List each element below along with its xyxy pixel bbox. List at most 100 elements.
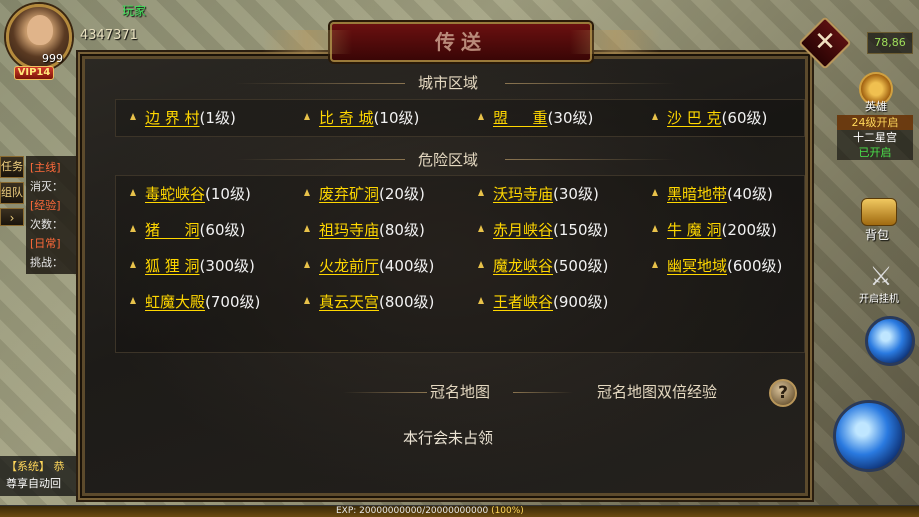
- player-hp: 4347371: [80, 28, 138, 43]
- triangle-bullet-icon: [652, 261, 658, 268]
- quest-tracker[interactable]: [主线] 消灭： [经验] 次数： [日常] 挑战：: [26, 156, 86, 274]
- map-link[interactable]: 猪 洞(60级): [130, 216, 300, 244]
- quest-tag: [主线]: [30, 161, 61, 174]
- map-link[interactable]: 边 界 村(1级): [130, 104, 300, 132]
- map-level: (700级): [205, 293, 261, 311]
- map-level: (200级): [721, 221, 777, 239]
- triangle-bullet-icon: [478, 297, 484, 304]
- map-link[interactable]: 火龙前厅(400级): [304, 252, 474, 280]
- map-level: (150级): [553, 221, 609, 239]
- map-level: (30级): [553, 185, 599, 203]
- unlock-notice[interactable]: 24级开启 十二星宫 已开启: [837, 115, 913, 160]
- map-link[interactable]: 狐 狸 洞(300级): [130, 252, 300, 280]
- side-tabs: 任务 组队 ›: [0, 156, 26, 230]
- map-link[interactable]: 虹魔大殿(700级): [130, 288, 300, 316]
- map-name[interactable]: 幽冥地域: [667, 257, 727, 275]
- triangle-bullet-icon: [652, 189, 658, 196]
- map-level: (20级): [379, 185, 425, 203]
- triangle-bullet-icon: [130, 225, 136, 232]
- exp-percent: (100%): [491, 506, 524, 516]
- map-link[interactable]: 王者峡谷(900级): [478, 288, 648, 316]
- quest-text: 挑战：: [30, 256, 63, 269]
- bag-icon[interactable]: [861, 198, 897, 226]
- triangle-bullet-icon: [130, 189, 136, 196]
- map-name[interactable]: 牛 魔 洞: [667, 221, 722, 239]
- map-link[interactable]: 盟 重(30级): [478, 104, 648, 132]
- map-link[interactable]: 祖玛寺庙(80级): [304, 216, 474, 244]
- triangle-bullet-icon: [130, 261, 136, 268]
- map-link[interactable]: 沙 巴 克(60级): [652, 104, 822, 132]
- map-name[interactable]: 火龙前厅: [319, 257, 379, 275]
- tab-team-label: 组队: [1, 186, 23, 199]
- map-name[interactable]: 虹魔大殿: [145, 293, 205, 311]
- help-icon[interactable]: ?: [769, 379, 797, 407]
- unlock-status: 已开启: [858, 146, 892, 159]
- danger-section-title: 危险区域: [417, 151, 478, 169]
- map-name[interactable]: 祖玛寺庙: [319, 221, 379, 239]
- map-name[interactable]: 狐 狸 洞: [145, 257, 200, 275]
- map-link[interactable]: 魔龙峡谷(500级): [478, 252, 648, 280]
- map-link[interactable]: 牛 魔 洞(200级): [652, 216, 822, 244]
- unlock-level: 24级开启: [837, 115, 913, 130]
- map-link[interactable]: 黑暗地带(40级): [652, 180, 822, 208]
- teleport-dialog: 城市区域 边 界 村(1级) 比 奇 城(10级) 盟 重(30级) 沙 巴 克(60…: [82, 56, 808, 496]
- map-link[interactable]: 废弃矿洞(20级): [304, 180, 474, 208]
- map-name[interactable]: 比 奇 城: [319, 109, 374, 127]
- player-level: 999: [42, 52, 63, 65]
- map-level: (40级): [727, 185, 773, 203]
- triangle-bullet-icon: [652, 225, 658, 232]
- crown-status: 本行会未占领: [402, 429, 493, 447]
- map-name[interactable]: 沙 巴 克: [667, 109, 722, 127]
- map-level: (900级): [553, 293, 609, 311]
- quest-item: [经验] 次数：: [30, 196, 82, 234]
- map-level: (600级): [727, 257, 783, 275]
- map-link[interactable]: 沃玛寺庙(30级): [478, 180, 648, 208]
- coordinates: 78,86: [867, 32, 913, 54]
- triangle-bullet-icon: [478, 189, 484, 196]
- map-level: (500级): [553, 257, 609, 275]
- quest-item: [日常] 挑战：: [30, 234, 82, 272]
- vip-badge[interactable]: VIP14: [14, 66, 54, 80]
- attack-button[interactable]: [833, 400, 905, 472]
- triangle-bullet-icon: [478, 113, 484, 120]
- quest-text: 次数：: [30, 218, 63, 231]
- collapse-arrow-icon[interactable]: ›: [0, 208, 24, 226]
- map-name[interactable]: 魔龙峡谷: [493, 257, 553, 275]
- tab-quest[interactable]: 任务: [0, 156, 24, 178]
- triangle-bullet-icon: [652, 113, 658, 120]
- tab-team[interactable]: 组队: [0, 182, 24, 204]
- quest-tag: [日常]: [30, 237, 61, 250]
- map-level: (400级): [379, 257, 435, 275]
- triangle-bullet-icon: [130, 297, 136, 304]
- map-link[interactable]: 毒蛇峡谷(10级): [130, 180, 300, 208]
- danger-grid: 毒蛇峡谷(10级) 废弃矿洞(20级) 沃玛寺庙(30级) 黑暗地带(40级) 猪 洞(…: [116, 176, 804, 352]
- map-name[interactable]: 真云天宫: [319, 293, 379, 311]
- map-name[interactable]: 猪 洞: [145, 221, 200, 239]
- map-name[interactable]: 盟 重: [493, 109, 548, 127]
- hero-label: 英雄: [865, 100, 887, 113]
- map-link[interactable]: 真云天宫(800级): [304, 288, 474, 316]
- chat-panel[interactable]: 【系统】 恭 尊享自动回: [0, 456, 86, 496]
- map-name[interactable]: 沃玛寺庙: [493, 185, 553, 203]
- player-name: 玩家: [122, 4, 147, 18]
- map-link[interactable]: 赤月峡谷(150级): [478, 216, 648, 244]
- map-level: (60级): [199, 221, 246, 239]
- quest-text: 消灭：: [30, 180, 63, 193]
- map-link[interactable]: 比 奇 城(10级): [304, 104, 474, 132]
- skill-button[interactable]: [865, 316, 915, 366]
- map-name[interactable]: 王者峡谷: [493, 293, 553, 311]
- map-level: (10级): [205, 185, 251, 203]
- triangle-bullet-icon: [478, 225, 484, 232]
- map-name[interactable]: 边 界 村: [145, 109, 200, 127]
- crown-row: 冠名地图 冠名地图双倍经验 ?: [115, 377, 805, 407]
- map-link[interactable]: 幽冥地域(600级): [652, 252, 822, 280]
- quest-tag: [经验]: [30, 199, 61, 212]
- map-name[interactable]: 毒蛇峡谷: [145, 185, 205, 203]
- triangle-bullet-icon: [304, 225, 310, 232]
- city-section-title: 城市区域: [417, 74, 478, 92]
- city-grid: 边 界 村(1级) 比 奇 城(10级) 盟 重(30级) 沙 巴 克(60级): [116, 100, 804, 136]
- map-name[interactable]: 赤月峡谷: [493, 221, 553, 239]
- map-name[interactable]: 废弃矿洞: [319, 185, 379, 203]
- close-icon[interactable]: ✕: [806, 24, 844, 62]
- map-name[interactable]: 黑暗地带: [667, 185, 727, 203]
